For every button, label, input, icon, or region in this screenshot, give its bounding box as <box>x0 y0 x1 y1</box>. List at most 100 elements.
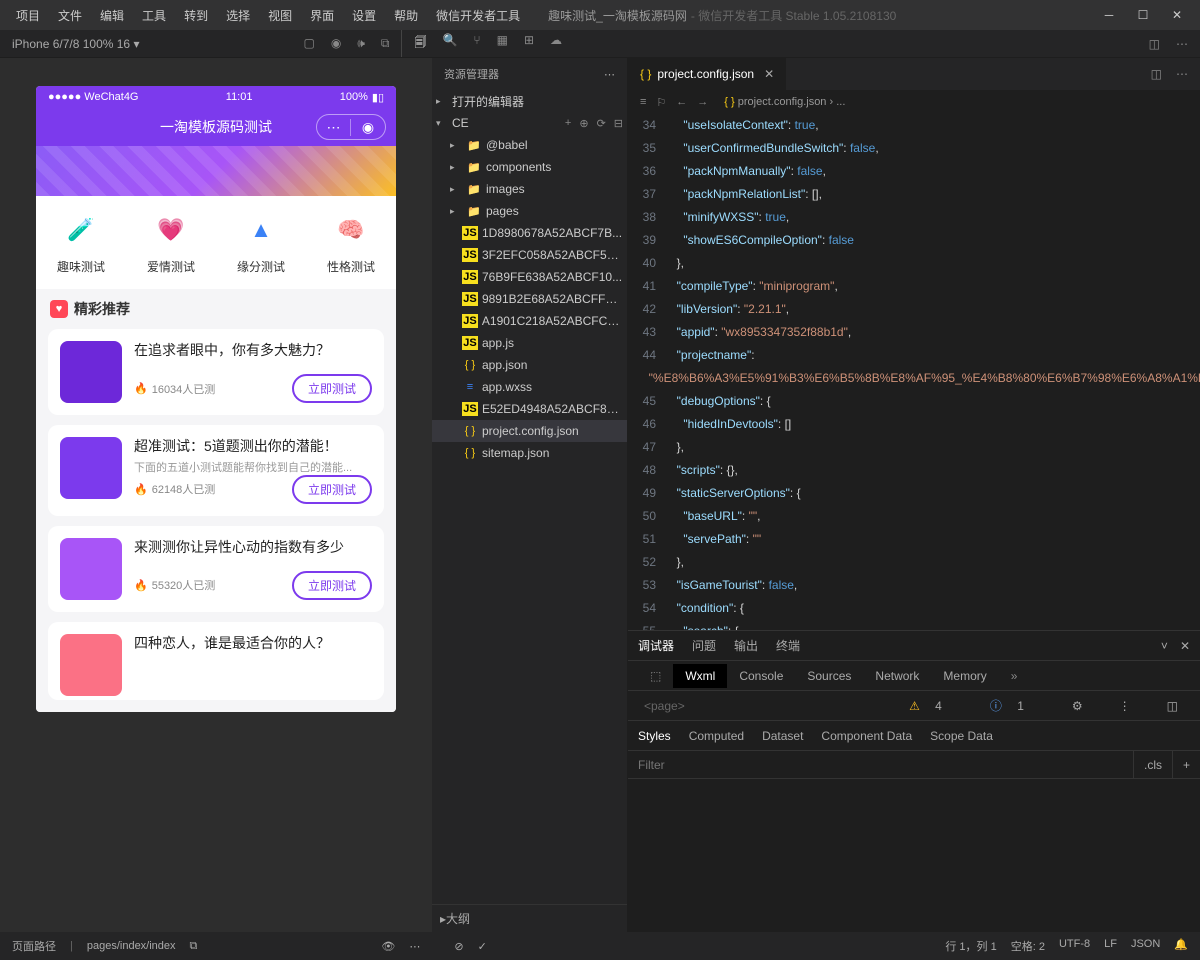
project-root-row[interactable]: ▾CE + ⊕ ⟳ ⊟ <box>432 112 627 134</box>
search-icon[interactable]: 🔍 <box>442 33 457 54</box>
split-editor-icon[interactable]: ◫ <box>1151 67 1162 81</box>
menu-帮助[interactable]: 帮助 <box>386 4 426 27</box>
file-row[interactable]: { }sitemap.json <box>432 442 627 464</box>
test-card[interactable]: 四种恋人，谁是最适合你的人？ <box>48 622 384 700</box>
menu-工具[interactable]: 工具 <box>134 4 174 27</box>
file-row[interactable]: JSE52ED4948A52ABCF83... <box>432 398 627 420</box>
split-icon[interactable]: ◫ <box>1149 37 1160 51</box>
menu-视图[interactable]: 视图 <box>260 4 300 27</box>
folder-components[interactable]: ▸📁components <box>432 156 627 178</box>
inspect-icon[interactable]: ⬚ <box>638 664 673 688</box>
test-button[interactable]: 立即测试 <box>292 475 372 504</box>
new-folder-icon[interactable]: ⊕ <box>579 117 588 130</box>
devtools-close-icon[interactable]: ✕ <box>1180 639 1190 653</box>
list-icon[interactable]: ≡ <box>640 96 646 108</box>
collapse-icon[interactable]: ⊟ <box>614 117 623 130</box>
file-row[interactable]: JS9891B2E68A52ABCFFE... <box>432 288 627 310</box>
category-item[interactable]: ▲缘分测试 <box>216 210 306 275</box>
grid-icon[interactable]: ▦ <box>497 33 508 54</box>
refresh-icon[interactable]: ⟳ <box>597 117 606 130</box>
menu-转到[interactable]: 转到 <box>176 4 216 27</box>
file-row[interactable]: JSapp.js <box>432 332 627 354</box>
test-button[interactable]: 立即测试 <box>292 571 372 600</box>
styles-tab-Scope Data[interactable]: Scope Data <box>930 729 993 743</box>
panel-tab-Network[interactable]: Network <box>863 664 931 688</box>
more-icon[interactable]: ⋯ <box>1176 37 1188 51</box>
eol[interactable]: LF <box>1104 938 1117 954</box>
menu-设置[interactable]: 设置 <box>344 4 384 27</box>
warning-badge[interactable]: ⚠ 4 <box>897 694 966 718</box>
rocket-icon[interactable]: ✓ <box>478 940 487 953</box>
breadcrumb-more[interactable]: ... <box>836 96 845 108</box>
outline-section[interactable]: ▸大纲 <box>432 904 627 932</box>
new-file-icon[interactable]: + <box>565 117 571 130</box>
menu-微信开发者工具[interactable]: 微信开发者工具 <box>428 4 528 27</box>
open-editors-row[interactable]: ▸打开的编辑器 <box>432 90 627 112</box>
test-card[interactable]: 超准测试：5道题测出你的潜能！ 下面的五道小测试题能帮你找到自己的潜能... 🔥… <box>48 425 384 516</box>
panel-tab-Sources[interactable]: Sources <box>795 664 863 688</box>
category-item[interactable]: 🧠性格测试 <box>306 210 396 275</box>
branch-icon[interactable]: ⑂ <box>473 33 480 54</box>
folder-@babel[interactable]: ▸📁@babel <box>432 134 627 156</box>
phone-icon[interactable]: ▢ <box>303 36 314 51</box>
forward-icon[interactable]: → <box>697 96 708 108</box>
gear-icon[interactable]: ⚙ <box>1060 694 1095 718</box>
code-area[interactable]: 34 "useIsolateContext": true,35 "userCon… <box>628 114 1200 630</box>
styles-filter-input[interactable] <box>628 758 1133 772</box>
capsule-menu-icon[interactable]: ⋯ <box>317 119 351 136</box>
file-row[interactable]: { }project.config.json <box>432 420 627 442</box>
devtools-tab-调试器[interactable]: 调试器 <box>638 637 674 654</box>
cut-icon[interactable]: ⧉ <box>381 36 390 51</box>
terminal-icon[interactable]: ⊘ <box>454 940 463 953</box>
panel-tab-Console[interactable]: Console <box>727 664 795 688</box>
copy-icon[interactable]: ⧉ <box>190 940 198 953</box>
file-row[interactable]: JS3F2EFC058A52ABCF59... <box>432 244 627 266</box>
devtools-tab-输出[interactable]: 输出 <box>734 637 758 654</box>
styles-tab-Styles[interactable]: Styles <box>638 729 671 743</box>
cls-toggle[interactable]: .cls <box>1133 751 1172 778</box>
test-button[interactable]: 立即测试 <box>292 374 372 403</box>
page-path[interactable]: pages/index/index <box>87 940 176 952</box>
devtools-tab-问题[interactable]: 问题 <box>692 637 716 654</box>
styles-tab-Dataset[interactable]: Dataset <box>762 729 803 743</box>
test-card[interactable]: 来测测你让异性心动的指数有多少 🔥55320人已测立即测试 <box>48 526 384 612</box>
test-card[interactable]: 在追求者眼中，你有多大魅力？ 🔥16034人已测立即测试 <box>48 329 384 415</box>
add-style-icon[interactable]: + <box>1172 751 1200 778</box>
devtools-tab-终端[interactable]: 终端 <box>776 637 800 654</box>
cloud-icon[interactable]: ☁ <box>550 33 562 54</box>
tab-close-icon[interactable]: ✕ <box>764 67 774 81</box>
info-badge[interactable]: ⓘ 1 <box>978 692 1048 719</box>
layout-icon[interactable]: ⊞ <box>524 33 534 54</box>
styles-tab-Component Data[interactable]: Component Data <box>821 729 912 743</box>
close-icon[interactable]: ✕ <box>1170 8 1184 22</box>
menu-文件[interactable]: 文件 <box>50 4 90 27</box>
device-selector[interactable]: iPhone 6/7/8 100% 16 ▾ <box>12 37 139 51</box>
encoding[interactable]: UTF-8 <box>1059 938 1090 954</box>
dots-icon[interactable]: ⋮ <box>1107 694 1143 718</box>
chevron-up-icon[interactable]: ˅ <box>1161 639 1168 653</box>
file-row[interactable]: ≡app.wxss <box>432 376 627 398</box>
file-row[interactable]: JS76B9FE638A52ABCF10... <box>432 266 627 288</box>
spaces[interactable]: 空格: 2 <box>1011 938 1045 954</box>
bell-icon[interactable]: 🔔 <box>1174 938 1188 954</box>
maximize-icon[interactable]: ☐ <box>1136 8 1150 22</box>
panel-tab-Wxml[interactable]: Wxml <box>673 664 727 688</box>
file-row[interactable]: JS1D8980678A52ABCF7B... <box>432 222 627 244</box>
explorer-more-icon[interactable]: ⋯ <box>604 68 615 81</box>
panel-tab-Memory[interactable]: Memory <box>931 664 998 688</box>
minimize-icon[interactable]: ─ <box>1102 8 1116 22</box>
file-row[interactable]: { }app.json <box>432 354 627 376</box>
menu-项目[interactable]: 项目 <box>8 4 48 27</box>
back-icon[interactable]: ← <box>676 96 687 108</box>
styles-tab-Computed[interactable]: Computed <box>689 729 744 743</box>
file-row[interactable]: JSA1901C218A52ABCFC7... <box>432 310 627 332</box>
breadcrumb-file[interactable]: project.config.json <box>738 96 827 108</box>
explorer-icon[interactable]: 🗐 <box>414 33 426 54</box>
status-more-icon[interactable]: ⋯ <box>409 940 420 953</box>
tab-project-config[interactable]: { } project.config.json ✕ <box>628 58 787 90</box>
record-icon[interactable]: ◉ <box>331 36 341 51</box>
editor-more-icon[interactable]: ⋯ <box>1176 67 1188 81</box>
menu-界面[interactable]: 界面 <box>302 4 342 27</box>
category-item[interactable]: 🧪趣味测试 <box>36 210 126 275</box>
menu-编辑[interactable]: 编辑 <box>92 4 132 27</box>
